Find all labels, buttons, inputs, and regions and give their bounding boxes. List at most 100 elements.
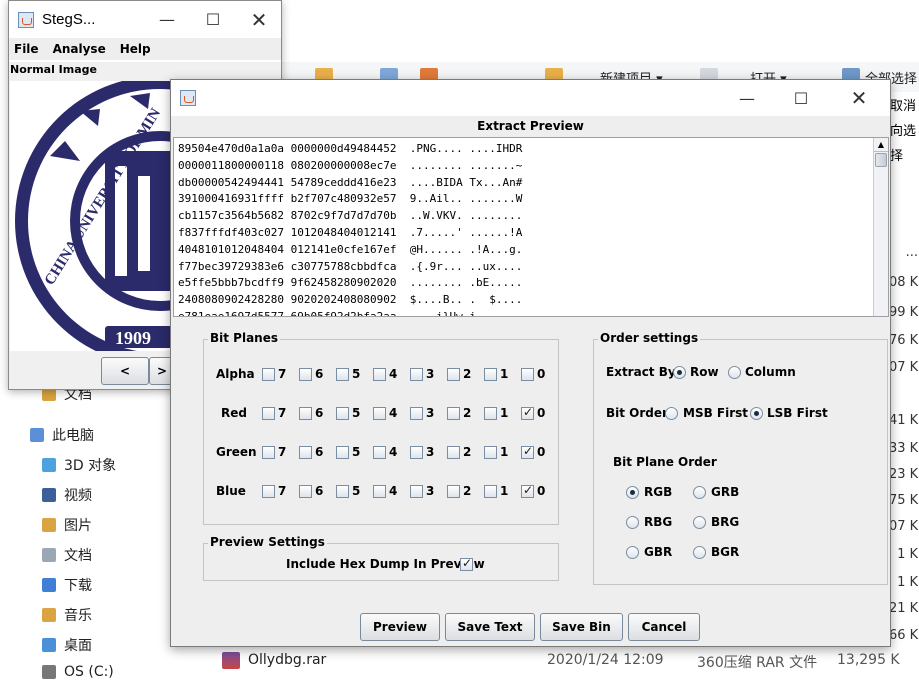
bit-checkbox-alpha-1[interactable] [484, 368, 497, 381]
plane-order-grb-radio[interactable] [693, 486, 706, 499]
bit-checkbox-red-4[interactable] [373, 407, 386, 420]
bit-checkbox-green-6[interactable] [299, 446, 312, 459]
bit-checkbox-blue-6[interactable] [299, 485, 312, 498]
bit-checkbox-red-0[interactable] [521, 405, 534, 420]
nav-item[interactable]: 音乐 [42, 605, 92, 625]
msb-first-radio[interactable] [665, 407, 678, 420]
file-row[interactable]: Ollydbg.rar 2020/1/24 12:09 360压缩 RAR 文件… [222, 650, 919, 671]
scroll-thumb[interactable] [875, 153, 887, 167]
menu-file[interactable]: File [14, 42, 39, 56]
bit-label: 1 [500, 367, 509, 381]
cancel-button[interactable]: Cancel [628, 613, 700, 641]
extract-by-row-label[interactable]: Row [690, 365, 719, 379]
bit-checkbox-red-7[interactable] [262, 407, 275, 420]
nav-item[interactable]: OS (C:) [42, 662, 114, 682]
bit-checkbox-blue-4[interactable] [373, 485, 386, 498]
bit-checkbox-red-6[interactable] [299, 407, 312, 420]
plane-order-gbr-label[interactable]: GBR [644, 545, 672, 559]
bit-checkbox-green-1[interactable] [484, 446, 497, 459]
bit-label: 5 [352, 406, 361, 420]
menu-analyse[interactable]: Analyse [53, 42, 106, 56]
nav-item[interactable]: 3D 对象 [42, 455, 116, 475]
bit-checkbox-alpha-6[interactable] [299, 368, 312, 381]
bit-checkbox-green-2[interactable] [447, 446, 460, 459]
bit-checkbox-blue-2[interactable] [447, 485, 460, 498]
menu-help[interactable]: Help [120, 42, 151, 56]
bit-label: 2 [463, 367, 472, 381]
extract-by-column-label[interactable]: Column [745, 365, 796, 379]
bit-checkbox-alpha-4[interactable] [373, 368, 386, 381]
hex-dump-checkbox[interactable] [460, 556, 473, 571]
scroll-up-icon[interactable]: ▲ [874, 138, 888, 152]
nav-item[interactable]: 图片 [42, 515, 92, 535]
file-size-cell: 1 K [897, 575, 918, 590]
nav-item[interactable]: 文档 [42, 545, 92, 565]
select-none-button[interactable]: 取消 [890, 94, 919, 119]
bit-checkbox-green-5[interactable] [336, 446, 349, 459]
plane-order-brg-label[interactable]: BRG [711, 515, 739, 529]
bit-checkbox-green-4[interactable] [373, 446, 386, 459]
menu-bar: File Analyse Help [9, 38, 281, 60]
file-date: 2020/1/24 12:09 [547, 652, 664, 668]
prev-button[interactable]: < [101, 357, 149, 385]
close-icon[interactable]: ✕ [236, 1, 282, 38]
bit-checkbox-alpha-5[interactable] [336, 368, 349, 381]
extract-by-column-radio[interactable] [728, 366, 741, 379]
save-text-button[interactable]: Save Text [445, 613, 535, 641]
save-bin-button[interactable]: Save Bin [540, 613, 623, 641]
bit-checkbox-blue-1[interactable] [484, 485, 497, 498]
bit-label: 1 [500, 484, 509, 498]
bit-checkbox-red-2[interactable] [447, 407, 460, 420]
invert-selection-button[interactable]: 向选择 [890, 119, 919, 169]
bit-checkbox-red-1[interactable] [484, 407, 497, 420]
bit-checkbox-blue-7[interactable] [262, 485, 275, 498]
minimize-icon[interactable]: — [724, 80, 770, 116]
bit-label: 6 [315, 367, 324, 381]
bit-checkbox-blue-0[interactable] [521, 483, 534, 498]
bit-label: 7 [278, 367, 287, 381]
lsb-first-label[interactable]: LSB First [767, 406, 828, 420]
bit-checkbox-red-5[interactable] [336, 407, 349, 420]
plane-order-grb-label[interactable]: GRB [711, 485, 739, 499]
nav-item[interactable]: 此电脑 [30, 425, 94, 445]
maximize-icon[interactable]: ☐ [190, 1, 236, 38]
bit-label: 1 [500, 406, 509, 420]
bit-checkbox-green-7[interactable] [262, 446, 275, 459]
nav-item[interactable]: 桌面 [42, 635, 92, 655]
nav-item[interactable]: 视频 [42, 485, 92, 505]
bit-checkbox-blue-3[interactable] [410, 485, 423, 498]
bit-checkbox-alpha-3[interactable] [410, 368, 423, 381]
plane-order-bgr-label[interactable]: BGR [711, 545, 739, 559]
plane-order-rgb-radio[interactable] [626, 486, 639, 499]
extract-by-row-radio[interactable] [673, 366, 686, 379]
vertical-scrollbar[interactable]: ▲ [873, 138, 888, 316]
bit-label: 0 [537, 484, 546, 498]
plane-order-bgr-radio[interactable] [693, 546, 706, 559]
maximize-icon[interactable]: ☐ [778, 80, 824, 116]
lsb-first-radio[interactable] [750, 407, 763, 420]
msb-first-label[interactable]: MSB First [683, 406, 748, 420]
preview-button[interactable]: Preview [360, 613, 440, 641]
folder-icon [42, 638, 56, 652]
preview-settings-group: Preview Settings Include Hex Dump In Pre… [203, 535, 559, 581]
bit-checkbox-alpha-0[interactable] [521, 368, 534, 381]
extract-titlebar[interactable]: — ☐ ✕ [171, 80, 890, 116]
nav-item[interactable]: 下载 [42, 575, 92, 595]
hex-line: db00000542494441 54789ceddd416e23 ....BI… [178, 175, 523, 189]
hex-line: f837fffdf403c027 1012048404012141 .7....… [178, 225, 523, 239]
plane-order-rgb-label[interactable]: RGB [644, 485, 672, 499]
plane-order-rbg-radio[interactable] [626, 516, 639, 529]
bit-checkbox-alpha-7[interactable] [262, 368, 275, 381]
bit-checkbox-blue-5[interactable] [336, 485, 349, 498]
close-icon[interactable]: ✕ [836, 80, 882, 116]
stegsolve-titlebar[interactable]: StegS... — ☐ ✕ [9, 1, 281, 38]
bit-checkbox-green-0[interactable] [521, 444, 534, 459]
bit-checkbox-red-3[interactable] [410, 407, 423, 420]
bit-checkbox-green-3[interactable] [410, 446, 423, 459]
plane-order-rbg-label[interactable]: RBG [644, 515, 672, 529]
bit-checkbox-alpha-2[interactable] [447, 368, 460, 381]
plane-order-brg-radio[interactable] [693, 516, 706, 529]
hex-preview-area[interactable]: 89504e470d0a1a0a 0000000d49484452 .PNG..… [173, 137, 889, 317]
plane-order-gbr-radio[interactable] [626, 546, 639, 559]
minimize-icon[interactable]: — [144, 1, 190, 38]
